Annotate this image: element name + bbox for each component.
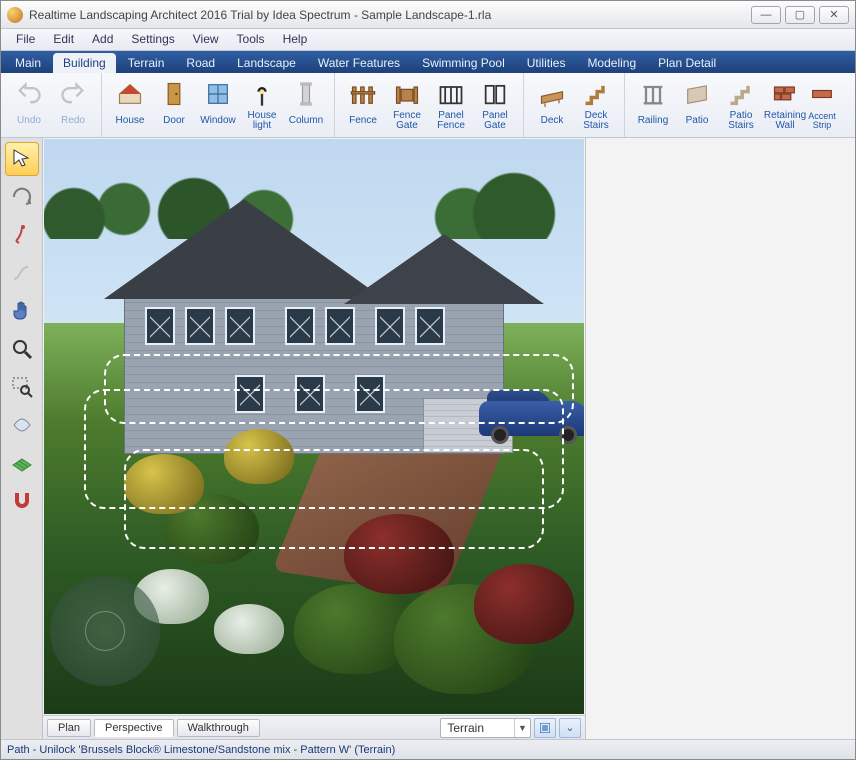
- 3d-viewport[interactable]: [44, 139, 584, 714]
- house-button[interactable]: House: [108, 76, 152, 134]
- undo-button[interactable]: Undo: [7, 76, 51, 134]
- deck-button[interactable]: Deck: [530, 76, 574, 134]
- fly-tool[interactable]: [5, 408, 39, 442]
- layer-combo-value: Terrain: [441, 721, 514, 735]
- window-title: Realtime Landscaping Architect 2016 Tria…: [29, 8, 751, 22]
- tab-modeling[interactable]: Modeling: [577, 53, 646, 73]
- tab-terrain[interactable]: Terrain: [118, 53, 175, 73]
- patio-stairs-button[interactable]: Patio Stairs: [719, 76, 763, 135]
- menu-tools[interactable]: Tools: [228, 29, 274, 50]
- undo-icon: [14, 79, 44, 109]
- zoom-tool[interactable]: [5, 332, 39, 366]
- properties-panel: [585, 138, 855, 739]
- ribbon-tabbar: Main Building Terrain Road Landscape Wat…: [1, 51, 855, 73]
- chevron-down-icon: ▼: [514, 719, 530, 737]
- patio-stairs-icon: [726, 79, 756, 109]
- patio-icon: [682, 79, 712, 109]
- maximize-button[interactable]: ▢: [785, 6, 815, 24]
- column-icon: [291, 79, 321, 109]
- pan-tool[interactable]: [5, 294, 39, 328]
- path-tool[interactable]: [5, 256, 39, 290]
- fence-gate-button[interactable]: Fence Gate: [385, 76, 429, 135]
- menu-help[interactable]: Help: [274, 29, 317, 50]
- close-button[interactable]: ✕: [819, 6, 849, 24]
- menubar: File Edit Add Settings View Tools Help: [1, 29, 855, 51]
- brick-wall-icon: [770, 79, 800, 109]
- window-controls: — ▢ ✕: [751, 6, 849, 24]
- panel-gate-icon: [480, 79, 510, 109]
- redo-button[interactable]: Redo: [51, 76, 95, 134]
- door-icon: [159, 79, 189, 109]
- titlebar: Realtime Landscaping Architect 2016 Tria…: [1, 1, 855, 29]
- chevron-down-icon: ⌄: [565, 721, 574, 734]
- redo-icon: [58, 79, 88, 109]
- minimize-button[interactable]: —: [751, 6, 781, 24]
- view-tab-perspective[interactable]: Perspective: [94, 719, 173, 737]
- menu-add[interactable]: Add: [83, 29, 122, 50]
- menu-view[interactable]: View: [184, 29, 228, 50]
- ribbon-group-patio: Railing Patio Patio Stairs Retaining Wal…: [625, 73, 843, 137]
- tab-building[interactable]: Building: [53, 53, 116, 73]
- lamp-icon: [247, 79, 277, 109]
- navigation-compass[interactable]: [50, 576, 160, 686]
- viewport-area: Plan Perspective Walkthrough Terrain ▼ ⌄: [43, 138, 585, 739]
- orbit-tool[interactable]: [5, 180, 39, 214]
- deck-icon: [537, 79, 567, 109]
- tab-main[interactable]: Main: [5, 53, 51, 73]
- menu-file[interactable]: File: [7, 29, 44, 50]
- ribbon-group-history: Undo Redo: [1, 73, 102, 137]
- panel-gate-button[interactable]: Panel Gate: [473, 76, 517, 135]
- fence-button[interactable]: Fence: [341, 76, 385, 134]
- menu-settings[interactable]: Settings: [122, 29, 183, 50]
- menu-edit[interactable]: Edit: [44, 29, 83, 50]
- tab-landscape[interactable]: Landscape: [227, 53, 306, 73]
- layer-visibility-button[interactable]: [534, 718, 556, 738]
- walk-tool[interactable]: [5, 218, 39, 252]
- railing-icon: [638, 79, 668, 109]
- fence-icon: [348, 79, 378, 109]
- ribbon-group-deck: Deck Deck Stairs: [524, 73, 625, 137]
- accent-strip-button[interactable]: Accent Strip: [807, 76, 837, 134]
- tab-swimming-pool[interactable]: Swimming Pool: [412, 53, 515, 73]
- fence-gate-icon: [392, 79, 422, 109]
- grid-tool[interactable]: [5, 446, 39, 480]
- statusbar: Path - Unilock 'Brussels Block® Limeston…: [1, 739, 855, 759]
- layer-dropdown-button[interactable]: ⌄: [559, 718, 581, 738]
- view-footer: Plan Perspective Walkthrough Terrain ▼ ⌄: [43, 715, 585, 739]
- layer-combo[interactable]: Terrain ▼: [440, 718, 531, 738]
- view-tab-walkthrough[interactable]: Walkthrough: [177, 719, 260, 737]
- houselight-button[interactable]: House light: [240, 76, 284, 135]
- railing-button[interactable]: Railing: [631, 76, 675, 134]
- stairs-icon: [581, 79, 611, 109]
- accent-icon: [807, 79, 837, 109]
- panel-fence-button[interactable]: Panel Fence: [429, 76, 473, 135]
- tab-plan-detail[interactable]: Plan Detail: [648, 53, 726, 73]
- deck-stairs-button[interactable]: Deck Stairs: [574, 76, 618, 135]
- patio-button[interactable]: Patio: [675, 76, 719, 134]
- select-tool[interactable]: [5, 142, 39, 176]
- view-tab-plan[interactable]: Plan: [47, 719, 91, 737]
- snap-tool[interactable]: [5, 484, 39, 518]
- tab-water-features[interactable]: Water Features: [308, 53, 410, 73]
- ribbon: Undo Redo House Door Window House l: [1, 73, 855, 138]
- status-text: Path - Unilock 'Brussels Block® Limeston…: [7, 744, 395, 756]
- panel-fence-icon: [436, 79, 466, 109]
- retaining-wall-button[interactable]: Retaining Wall: [763, 76, 807, 135]
- scene-render: [44, 139, 584, 714]
- zoom-region-tool[interactable]: [5, 370, 39, 404]
- app-icon: [7, 7, 23, 23]
- ribbon-group-building: House Door Window House light Column: [102, 73, 335, 137]
- window-button[interactable]: Window: [196, 76, 240, 134]
- house-icon: [115, 79, 145, 109]
- side-toolbar: [1, 138, 43, 739]
- door-button[interactable]: Door: [152, 76, 196, 134]
- window-icon: [203, 79, 233, 109]
- column-button[interactable]: Column: [284, 76, 328, 134]
- app-window: Realtime Landscaping Architect 2016 Tria…: [0, 0, 856, 760]
- tab-road[interactable]: Road: [176, 53, 225, 73]
- tab-utilities[interactable]: Utilities: [517, 53, 576, 73]
- ribbon-group-fence: Fence Fence Gate Panel Fence Panel Gate: [335, 73, 524, 137]
- workarea: Plan Perspective Walkthrough Terrain ▼ ⌄: [1, 138, 855, 739]
